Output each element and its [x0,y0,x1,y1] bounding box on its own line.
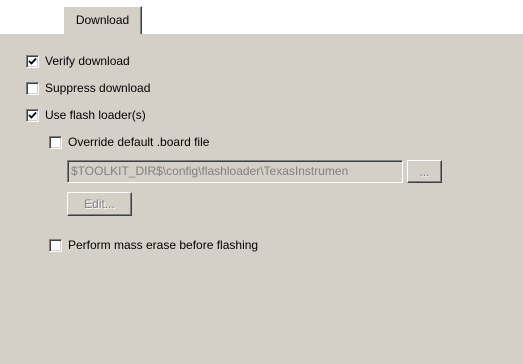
board-file-path-input[interactable]: $TOOLKIT_DIR$\config\flashloader\TexasIn… [67,160,403,183]
use-flash-loader-label: Use flash loader(s) [45,108,146,122]
suppress-download-checkbox[interactable] [26,81,39,95]
suppress-download-option[interactable]: Suppress download [26,80,150,96]
tab-download[interactable]: Download [63,6,142,34]
override-board-file-option[interactable]: Override default .board file [49,134,209,150]
verify-download-label: Verify download [45,54,130,68]
checkmark-icon [28,57,37,65]
verify-download-option[interactable]: Verify download [26,53,130,69]
verify-download-checkbox[interactable] [26,54,39,68]
suppress-download-label: Suppress download [45,81,151,95]
mass-erase-checkbox[interactable] [49,238,62,252]
override-board-file-checkbox[interactable] [49,135,62,149]
edit-button-label: Edit... [84,197,115,211]
use-flash-loader-checkbox[interactable] [26,108,39,122]
edit-button[interactable]: Edit... [67,192,132,216]
override-board-file-label: Override default .board file [68,135,210,149]
browse-button[interactable]: ... [407,160,442,183]
use-flash-loader-option[interactable]: Use flash loader(s) [26,107,146,123]
browse-button-label: ... [419,164,430,179]
mass-erase-option[interactable]: Perform mass erase before flashing [49,237,258,253]
tab-download-label: Download [75,13,130,27]
checkmark-icon [28,111,37,119]
mass-erase-label: Perform mass erase before flashing [68,238,259,252]
